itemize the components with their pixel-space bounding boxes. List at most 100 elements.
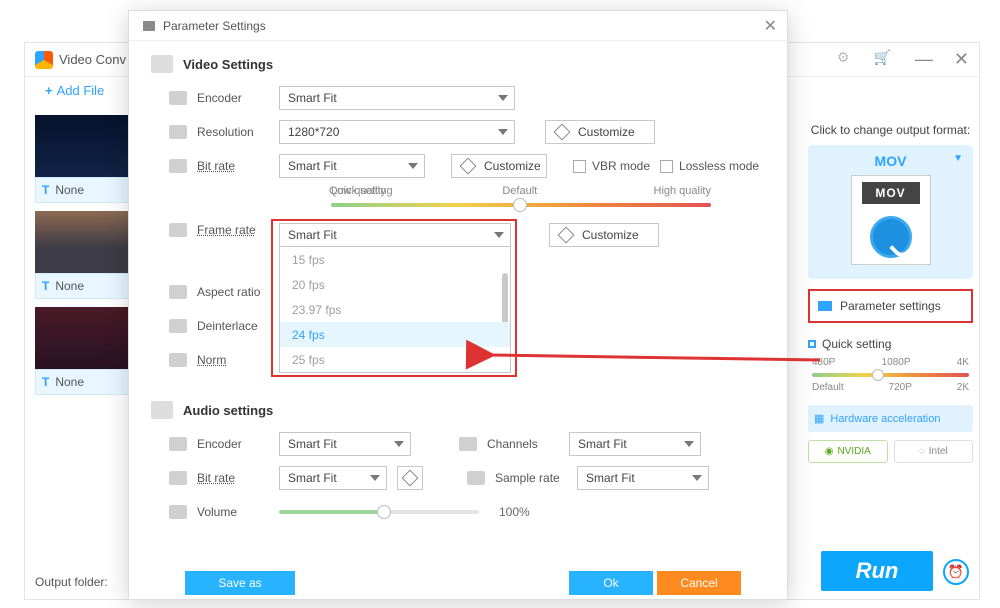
- gpu-chips: ◉ NVIDIA ◌ Intel: [808, 440, 973, 463]
- nvidia-chip[interactable]: ◉ NVIDIA: [808, 440, 888, 463]
- bitrate-icon: [169, 159, 187, 173]
- bitrate-value: Smart Fit: [288, 159, 337, 173]
- framerate-customize-button[interactable]: Customize: [549, 223, 659, 247]
- video-thumbnail[interactable]: [35, 211, 131, 273]
- film-icon: [151, 55, 173, 73]
- ok-label: Ok: [603, 576, 618, 590]
- chevron-down-icon: [408, 163, 418, 169]
- quick-setting-row: Quick setting: [808, 337, 973, 351]
- resolution-customize-button[interactable]: Customize: [545, 120, 655, 144]
- audio-encoder-label: Encoder: [197, 437, 269, 451]
- sliders-icon: [818, 301, 832, 311]
- chevron-down-icon: [498, 129, 508, 135]
- resolution-value: 1280*720: [288, 125, 339, 139]
- chevron-down-icon: [684, 441, 694, 447]
- gear-icon: [169, 91, 187, 105]
- subtitle-icon: T: [42, 375, 49, 389]
- quality-slider[interactable]: [331, 203, 711, 207]
- ok-button[interactable]: Ok: [569, 571, 653, 595]
- bitrate-select[interactable]: Smart Fit: [279, 154, 425, 178]
- audio-settings-title: Audio settings: [183, 403, 273, 418]
- pencil-icon: [558, 227, 575, 244]
- chevron-down-icon: [498, 95, 508, 101]
- samplerate-value: Smart Fit: [586, 471, 635, 485]
- cancel-label: Cancel: [680, 576, 717, 590]
- add-file-button[interactable]: + Add File: [45, 83, 104, 98]
- lossless-mode-checkbox[interactable]: Lossless mode: [660, 159, 759, 173]
- volume-slider[interactable]: [279, 510, 479, 514]
- quick-setting-icon: [808, 340, 816, 348]
- audio-encoder-select[interactable]: Smart Fit: [279, 432, 411, 456]
- customize-label: Customize: [582, 228, 639, 242]
- volume-percent: 100%: [499, 505, 530, 519]
- customize-label: Customize: [578, 125, 635, 139]
- quick-setting-slider[interactable]: [812, 373, 969, 377]
- encoder-label: Encoder: [197, 91, 269, 105]
- thumbnail-label-row[interactable]: T None: [35, 369, 131, 395]
- hardware-accel-button[interactable]: ▦ Hardware acceleration: [808, 405, 973, 432]
- channels-icon: [459, 437, 477, 451]
- resolution-icon: [169, 125, 187, 139]
- framerate-option[interactable]: 20 fps: [280, 272, 510, 297]
- close-button[interactable]: ✕: [954, 49, 969, 70]
- quick-scale-top: 480P 1080P 4K: [808, 357, 973, 368]
- framerate-select[interactable]: Smart Fit: [279, 223, 511, 247]
- framerate-option[interactable]: 23.97 fps: [280, 297, 510, 322]
- audio-bitrate-customize-button[interactable]: [397, 466, 423, 490]
- quality-caption: Quick setting: [329, 185, 393, 197]
- thumbnail-label-row[interactable]: T None: [35, 273, 131, 299]
- pencil-icon: [554, 124, 571, 141]
- samplerate-select[interactable]: Smart Fit: [577, 466, 709, 490]
- modal-titlebar: Parameter Settings ✕: [129, 11, 787, 41]
- quality-high-label: High quality: [654, 185, 711, 197]
- video-thumbnail[interactable]: [35, 115, 131, 177]
- lossless-label: Lossless mode: [679, 159, 759, 173]
- scale-tick: 720P: [889, 382, 912, 393]
- bitrate-customize-button[interactable]: Customize: [451, 154, 547, 178]
- volume-icon: [169, 505, 187, 519]
- video-thumbnail[interactable]: [35, 307, 131, 369]
- audio-settings-section: Audio settings Encoder Smart Fit Channel…: [129, 379, 787, 527]
- settings-icon[interactable]: ⚙: [837, 49, 850, 70]
- scale-tick: 480P: [812, 357, 835, 368]
- output-format-name: MOV: [808, 153, 973, 169]
- hardware-accel-label: Hardware acceleration: [830, 413, 940, 425]
- nvidia-icon: ◉: [825, 446, 834, 457]
- quality-row: Quick setting Low quality Default High q…: [273, 185, 765, 215]
- thumbnail-label-row[interactable]: T None: [35, 177, 131, 203]
- chevron-down-icon: ▼: [953, 153, 963, 164]
- samplerate-icon: [467, 471, 485, 485]
- cancel-button[interactable]: Cancel: [657, 571, 741, 595]
- save-as-button[interactable]: Save as: [185, 571, 295, 595]
- thumb-label-text: None: [55, 279, 84, 293]
- modal-title: Parameter Settings: [163, 19, 266, 33]
- resolution-select[interactable]: 1280*720: [279, 120, 515, 144]
- channels-label: Channels: [487, 437, 559, 451]
- pencil-icon: [460, 158, 477, 175]
- vbr-mode-checkbox[interactable]: VBR mode: [573, 159, 650, 173]
- modal-close-button[interactable]: ✕: [764, 16, 777, 36]
- speaker-icon: [151, 401, 173, 419]
- chevron-down-icon: [370, 475, 380, 481]
- parameter-settings-button[interactable]: Parameter settings: [808, 289, 973, 323]
- subtitle-icon: T: [42, 183, 49, 197]
- audio-bitrate-select[interactable]: Smart Fit: [279, 466, 387, 490]
- intel-chip[interactable]: ◌ Intel: [894, 440, 974, 463]
- encoder-select[interactable]: Smart Fit: [279, 86, 515, 110]
- framerate-option[interactable]: 24 fps: [280, 322, 510, 347]
- framerate-option[interactable]: 25 fps: [280, 347, 510, 372]
- run-button[interactable]: Run: [821, 551, 933, 591]
- output-format-title: Click to change output format:: [808, 123, 973, 137]
- quick-setting-label: Quick setting: [822, 337, 891, 351]
- chip-icon: ▦: [814, 412, 824, 425]
- channels-select[interactable]: Smart Fit: [569, 432, 701, 456]
- cart-icon[interactable]: 🛒: [873, 49, 890, 70]
- output-format-card[interactable]: MOV ▼ MOV: [808, 145, 973, 279]
- audio-bitrate-label: Bit rate: [197, 471, 269, 485]
- framerate-option[interactable]: 15 fps: [280, 247, 510, 272]
- minimize-button[interactable]: —: [915, 49, 930, 70]
- audio-bitrate-icon: [169, 471, 187, 485]
- deinterlace-icon: [169, 319, 187, 333]
- framerate-value: Smart Fit: [288, 228, 337, 242]
- schedule-icon[interactable]: ⏰: [943, 559, 969, 585]
